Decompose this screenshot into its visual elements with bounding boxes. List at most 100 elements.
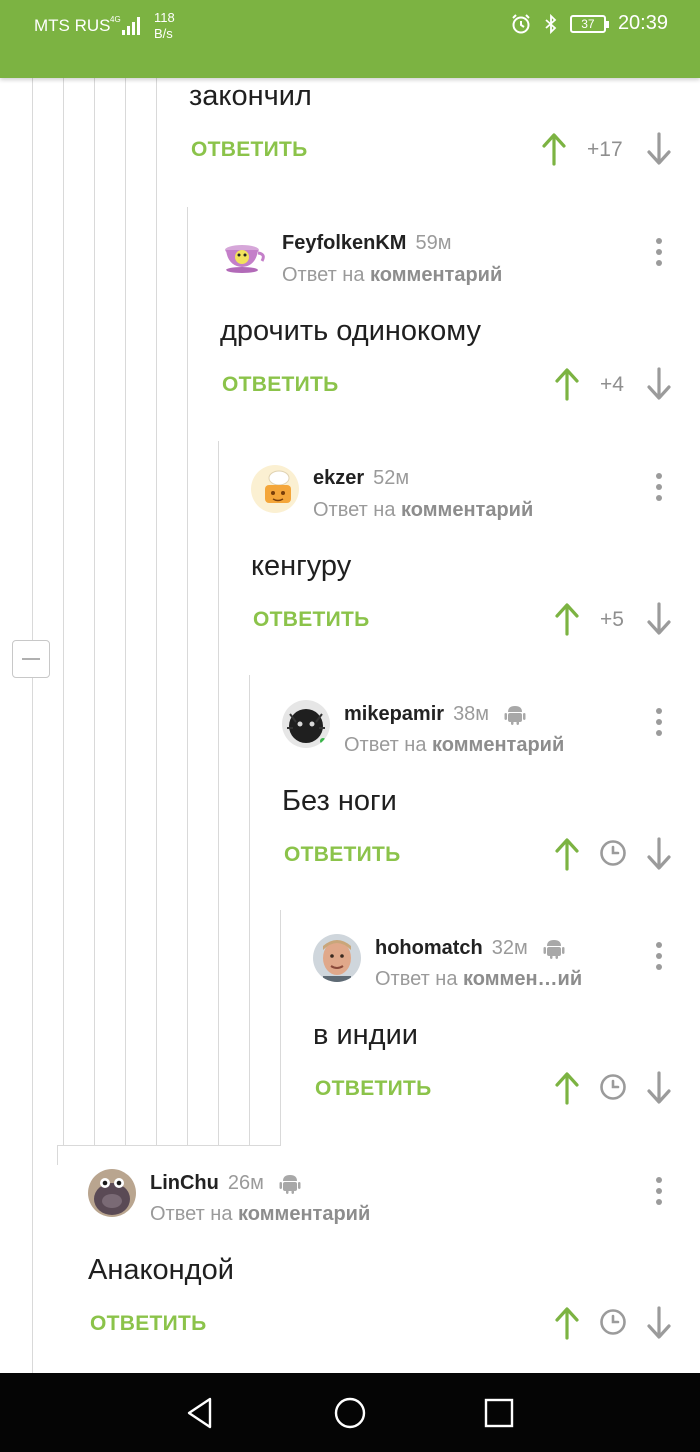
status-icons: 37 20:39 <box>510 12 668 35</box>
more-options-icon[interactable] <box>655 473 663 505</box>
avatar-chef-image <box>251 465 299 513</box>
status-bar: MTS RUS 4G 118 B/s 37 20:39 <box>0 0 700 78</box>
downvote-arrow-icon[interactable] <box>646 1306 672 1340</box>
upvote-arrow-icon[interactable] <box>554 602 580 636</box>
comment-score: +5 <box>600 608 624 631</box>
author-name[interactable]: mikepamir <box>344 703 444 726</box>
collapse-thread-button[interactable] <box>12 640 50 678</box>
reply-prefix: Ответ на <box>344 734 427 756</box>
back-icon[interactable] <box>184 1396 216 1430</box>
thread-line <box>32 78 33 1373</box>
author-name[interactable]: hohomatch <box>375 937 483 960</box>
downvote-arrow-icon[interactable] <box>646 367 672 401</box>
more-options-icon[interactable] <box>655 942 663 974</box>
reply-prefix: Ответ на <box>150 1203 233 1225</box>
comment-score: +17 <box>587 138 623 161</box>
reply-button[interactable]: ОТВЕТИТЬ <box>191 138 308 162</box>
upvote-arrow-icon[interactable] <box>554 1306 580 1340</box>
avatar[interactable] <box>88 1169 136 1217</box>
author-name[interactable]: ekzer <box>313 467 364 490</box>
downvote-arrow-icon[interactable] <box>646 602 672 636</box>
comment: mikepamir 38м Ответ на комментарий Без н… <box>282 700 680 875</box>
more-options-icon[interactable] <box>655 238 663 270</box>
comment-text: в индии <box>313 1019 418 1051</box>
author-name[interactable]: FeyfolkenKM <box>282 232 406 255</box>
clock-time: 20:39 <box>617 12 668 34</box>
thread-line <box>187 207 188 1145</box>
avatar[interactable] <box>251 465 299 513</box>
avatar[interactable] <box>313 934 361 982</box>
reply-to: Ответ на комментарий <box>282 264 502 287</box>
reply-button[interactable]: ОТВЕТИТЬ <box>222 373 339 397</box>
author-row: LinChu 26м <box>150 1171 302 1195</box>
reply-prefix: Ответ на <box>313 499 396 521</box>
network-type: 4G <box>110 15 121 24</box>
upvote-arrow-icon[interactable] <box>541 132 567 166</box>
reply-to: Ответ на комментарий <box>150 1203 370 1226</box>
signal-icon: 4G <box>110 15 140 35</box>
thread-line <box>218 441 219 1145</box>
reply-to-link[interactable]: комментарий <box>401 499 533 521</box>
more-options-icon[interactable] <box>655 1177 663 1209</box>
comment-time: 38м <box>453 702 490 725</box>
avatar[interactable] <box>220 230 268 278</box>
comment-time: 26м <box>227 1171 264 1194</box>
android-icon <box>279 1175 301 1194</box>
reply-prefix: Ответ на <box>375 968 458 990</box>
battery-icon: 37 <box>569 14 609 33</box>
comment-score: +4 <box>600 373 624 396</box>
reply-button[interactable]: ОТВЕТИТЬ <box>253 608 370 632</box>
thread-line <box>156 78 157 1145</box>
thread-line <box>249 675 250 1145</box>
network-speed-unit: B/s <box>154 26 173 41</box>
comment-text: дрочить одинокому <box>220 315 481 347</box>
comment-text: закончил <box>189 80 312 112</box>
comment-time: 52м <box>373 467 410 489</box>
home-icon[interactable] <box>334 1397 366 1429</box>
android-icon <box>543 940 565 959</box>
clock-icon <box>600 1309 626 1335</box>
more-options-icon[interactable] <box>655 708 663 740</box>
recent-apps-icon[interactable] <box>484 1398 514 1428</box>
reply-button[interactable]: ОТВЕТИТЬ <box>315 1077 432 1101</box>
reply-to: Ответ на комментарий <box>313 499 533 522</box>
upvote-arrow-icon[interactable] <box>554 837 580 871</box>
reply-button[interactable]: ОТВЕТИТЬ <box>90 1312 207 1336</box>
reply-button[interactable]: ОТВЕТИТЬ <box>284 843 401 867</box>
clock-icon <box>600 1074 626 1100</box>
comment: hohomatch 32м Ответ на коммен…ий в индии… <box>313 934 680 1109</box>
thread-line <box>94 78 95 1145</box>
reply-to-link[interactable]: комментарий <box>238 1203 370 1225</box>
reply-to-link[interactable]: коммен…ий <box>463 968 582 990</box>
thread-line <box>125 78 126 1145</box>
thread-line <box>57 1145 281 1146</box>
author-row: ekzer 52м <box>313 467 409 490</box>
reply-to-link[interactable]: комментарий <box>432 734 564 756</box>
upvote-arrow-icon[interactable] <box>554 1071 580 1105</box>
reply-to-link[interactable]: комментарий <box>370 264 502 286</box>
thread-line <box>63 78 64 1145</box>
comment-text: Без ноги <box>282 785 397 817</box>
reply-to: Ответ на коммен…ий <box>375 968 582 991</box>
reply-to: Ответ на комментарий <box>344 734 564 757</box>
avatar-dark-cat-image <box>282 700 330 748</box>
downvote-arrow-icon[interactable] <box>646 1071 672 1105</box>
avatar-teacup-image <box>220 230 268 278</box>
author-name[interactable]: LinChu <box>150 1172 219 1195</box>
author-row: hohomatch 32м <box>375 936 566 960</box>
downvote-arrow-icon[interactable] <box>646 132 672 166</box>
upvote-arrow-icon[interactable] <box>554 367 580 401</box>
clock-icon <box>600 840 626 866</box>
avatar[interactable] <box>282 700 330 748</box>
downvote-arrow-icon[interactable] <box>646 837 672 871</box>
thread-line <box>57 1145 58 1165</box>
comment-text: кенгуру <box>251 550 352 582</box>
alarm-icon <box>512 13 530 33</box>
navigation-bar <box>0 1373 700 1452</box>
avatar-creature-image <box>88 1169 136 1217</box>
network-speed-value: 118 <box>154 10 175 25</box>
comment-text: Анакондой <box>88 1254 234 1286</box>
battery-level: 37 <box>581 16 595 31</box>
comment: ekzer 52м Ответ на комментарий кенгуру О… <box>251 465 680 640</box>
comment: FeyfolkenKM 59м Ответ на комментарий дро… <box>220 230 680 405</box>
